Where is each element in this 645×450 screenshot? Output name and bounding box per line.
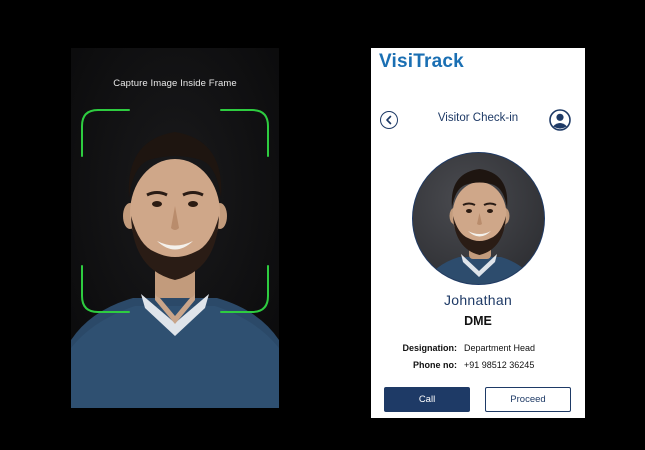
capture-instruction: Capture Image Inside Frame (113, 78, 237, 89)
proceed-button[interactable]: Proceed (485, 387, 571, 412)
visitor-department: DME (464, 314, 492, 328)
designation-label: Designation: (402, 343, 457, 353)
designation-row: Designation: Department Head (371, 343, 585, 353)
call-button[interactable]: Call (384, 387, 470, 412)
designation-value: Department Head (464, 343, 536, 353)
phone-label: Phone no: (413, 360, 457, 370)
visitor-checkin-screen: VisiTrack Visitor Check-in Johnathan DME… (371, 48, 585, 418)
user-circle-icon[interactable] (549, 109, 571, 131)
brand-logo: VisiTrack (379, 51, 464, 72)
phone-row: Phone no: +91 98512 36245 (371, 360, 585, 370)
phone-value: +91 98512 36245 (464, 360, 535, 370)
capture-screen: Capture Image Inside Frame (71, 48, 279, 408)
visitor-name: Johnathan (443, 292, 513, 308)
visitor-photo (413, 153, 544, 284)
avatar (412, 152, 545, 285)
camera-preview-photo (71, 48, 279, 408)
